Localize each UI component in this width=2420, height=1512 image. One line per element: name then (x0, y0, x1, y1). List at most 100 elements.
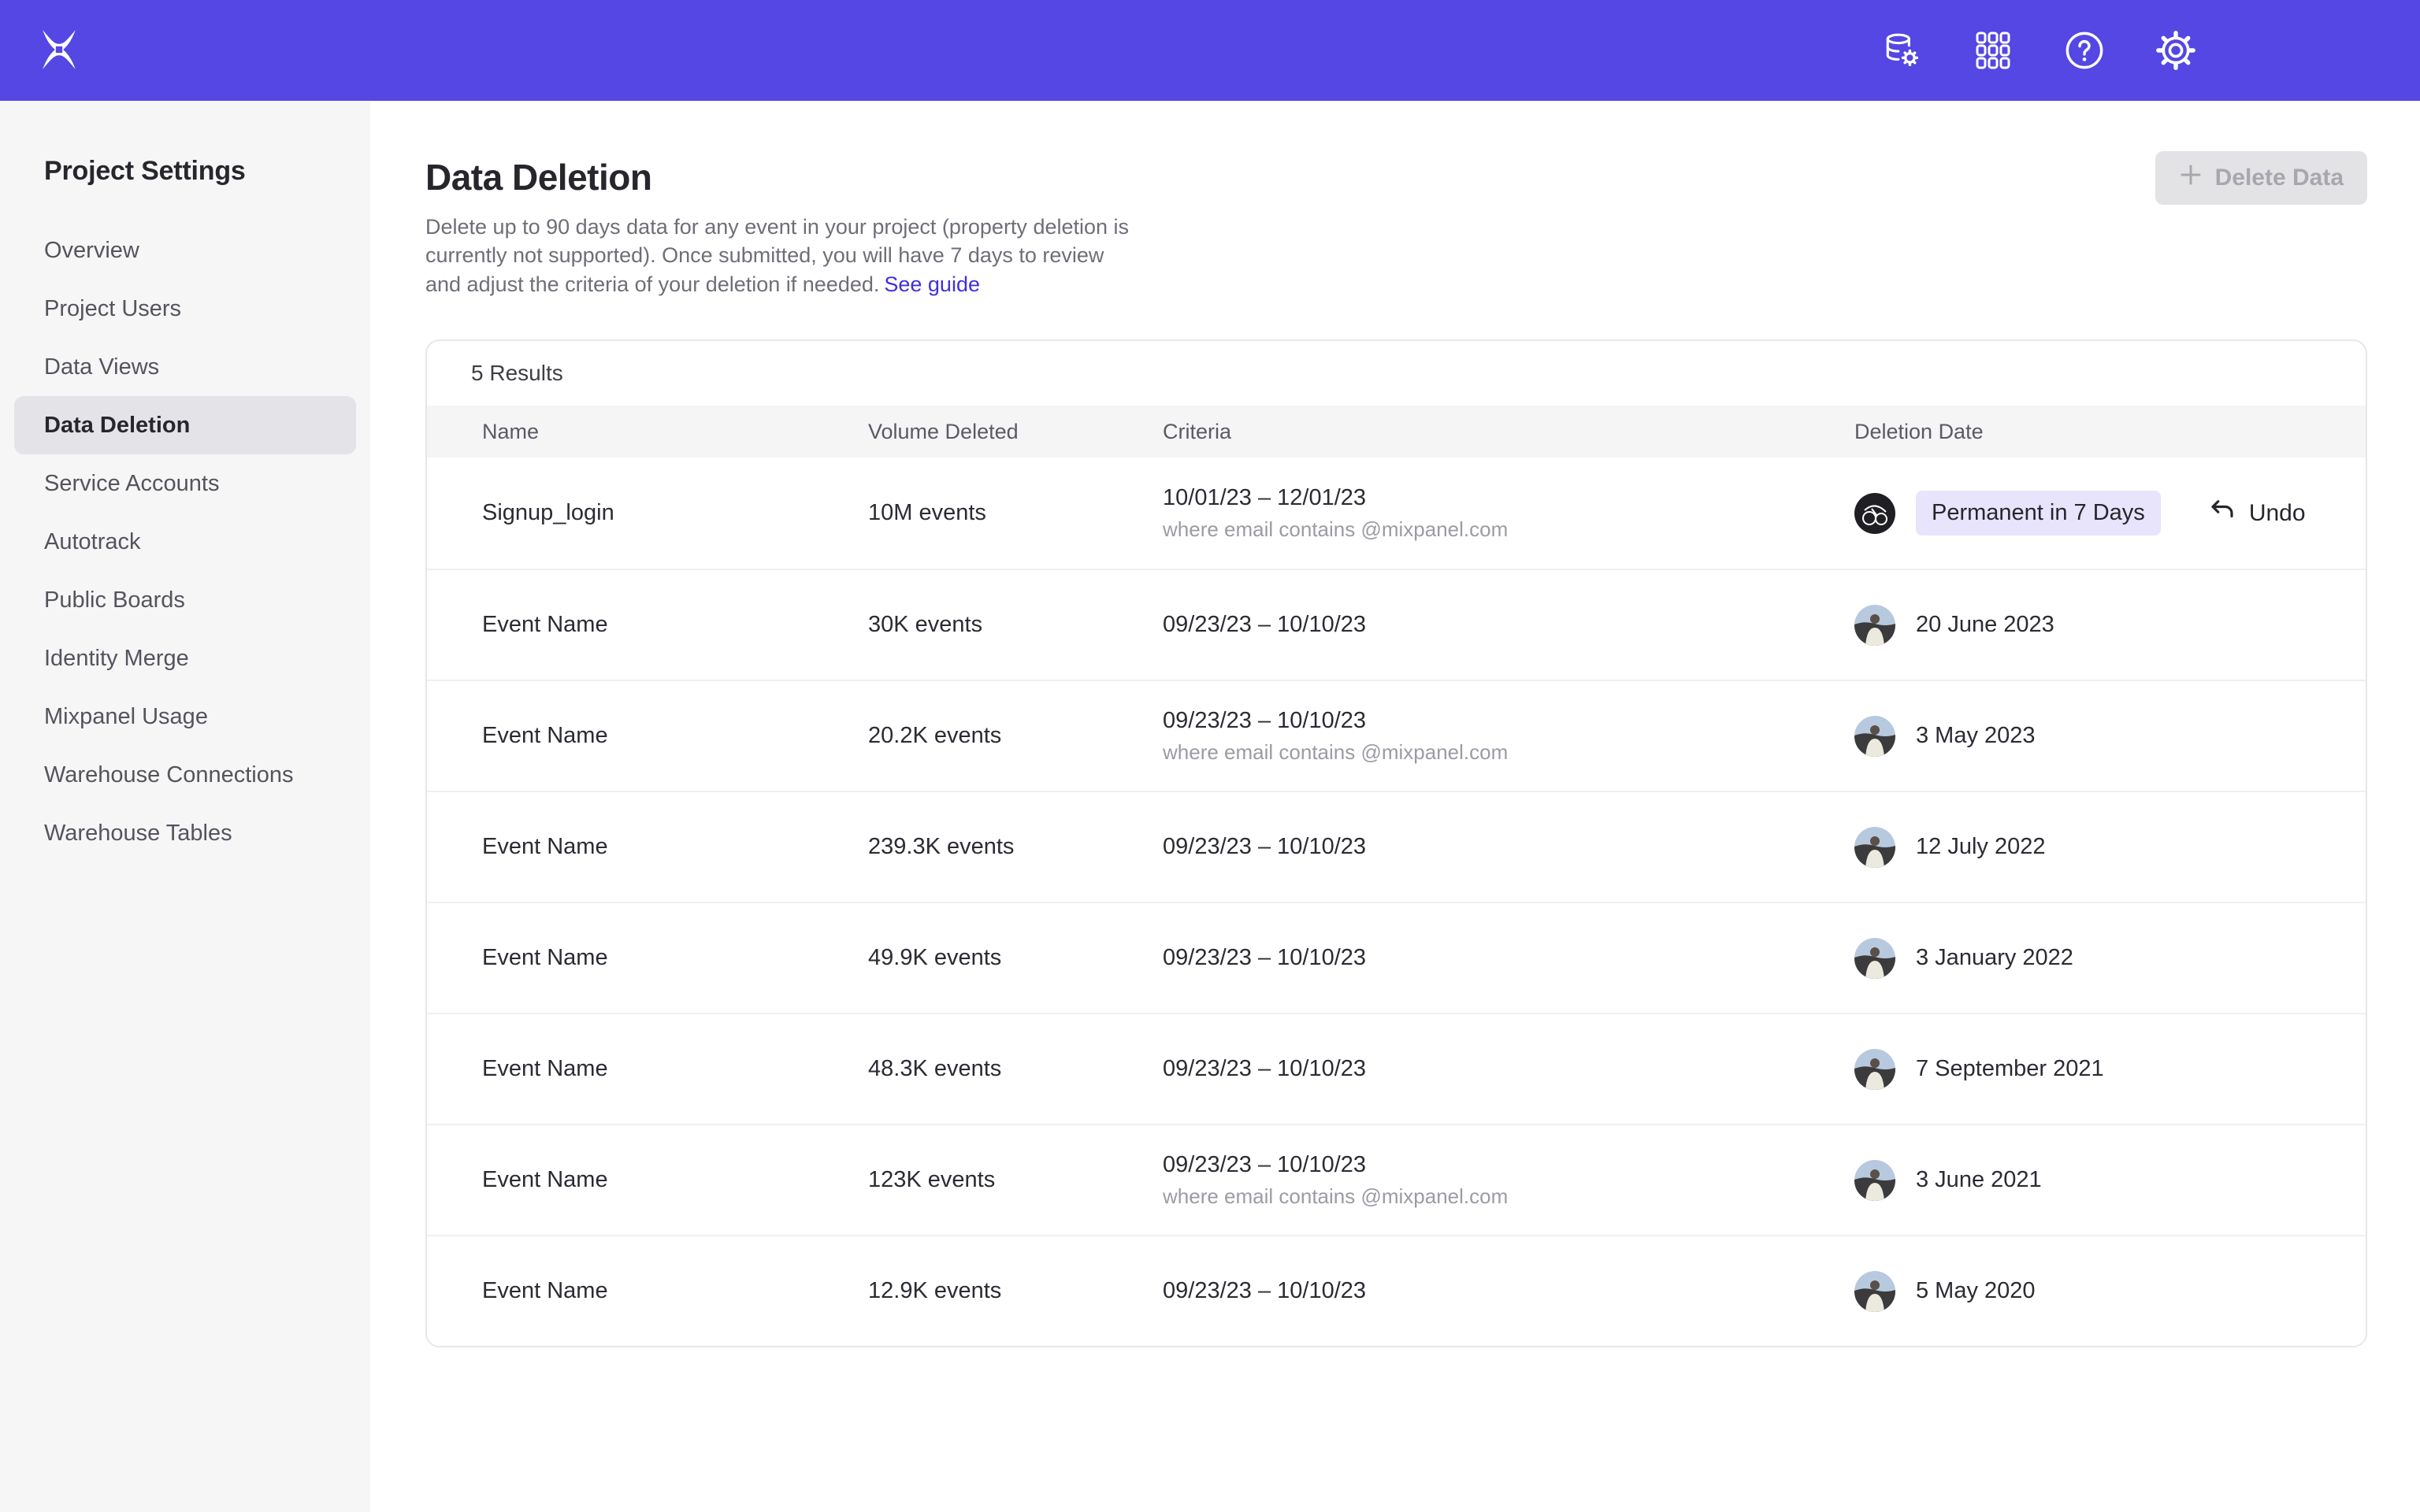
cell-volume: 123K events (868, 1167, 1163, 1193)
deletion-date: 3 January 2022 (1916, 945, 2073, 971)
deletion-date: 20 June 2023 (1916, 612, 2054, 638)
mixpanel-logo[interactable] (39, 28, 79, 73)
undo-button[interactable]: Undo (2208, 496, 2306, 531)
help-icon[interactable] (2064, 30, 2105, 71)
see-guide-link[interactable]: See guide (884, 272, 980, 296)
cell-criteria: 09/23/23 – 10/10/23 where email contains… (1163, 708, 1854, 765)
undo-label: Undo (2249, 500, 2306, 527)
sidebar-item-label: Warehouse Tables (44, 821, 232, 847)
avatar (1854, 827, 1895, 868)
cell-volume: 49.9K events (868, 945, 1163, 971)
data-settings-icon[interactable] (1881, 30, 1922, 71)
column-header-deletion-date: Deletion Date (1854, 420, 2366, 444)
avatar (1854, 1160, 1895, 1201)
cell-volume: 12.9K events (868, 1278, 1163, 1304)
sidebar-item-warehouse-tables[interactable]: Warehouse Tables (14, 804, 356, 862)
column-header-volume-deleted: Volume Deleted (868, 420, 1163, 444)
main-layout: Project Settings Overview Project Users … (0, 101, 2420, 1512)
cell-volume: 239.3K events (868, 834, 1163, 860)
cell-name: Event Name (482, 612, 868, 638)
mixpanel-x-icon (39, 28, 79, 73)
cell-volume: 30K events (868, 612, 1163, 638)
criteria-range: 09/23/23 – 10/10/23 (1163, 1056, 1854, 1082)
nav-icon-group (1881, 30, 2196, 71)
sidebar-title: Project Settings (44, 156, 370, 187)
sidebar: Project Settings Overview Project Users … (0, 101, 370, 1512)
table-row: Event Name 48.3K events 09/23/23 – 10/10… (427, 1013, 2366, 1124)
criteria-range: 09/23/23 – 10/10/23 (1163, 834, 1854, 860)
page-title: Data Deletion (425, 156, 2367, 198)
cell-name: Event Name (482, 1056, 868, 1082)
cell-name: Event Name (482, 834, 868, 860)
table-row: Event Name 123K events 09/23/23 – 10/10/… (427, 1124, 2366, 1235)
sidebar-item-warehouse-connections[interactable]: Warehouse Connections (14, 746, 356, 804)
sidebar-item-label: Warehouse Connections (44, 762, 294, 788)
deletion-date: 7 September 2021 (1916, 1056, 2104, 1082)
sidebar-item-mixpanel-usage[interactable]: Mixpanel Usage (14, 687, 356, 746)
sidebar-item-label: Data Views (44, 354, 159, 380)
criteria-range: 09/23/23 – 10/10/23 (1163, 708, 1854, 734)
avatar (1854, 938, 1895, 979)
criteria-range: 09/23/23 – 10/10/23 (1163, 1152, 1854, 1178)
cell-criteria: 09/23/23 – 10/10/23 (1163, 612, 1854, 638)
delete-data-button[interactable]: Delete Data (2155, 151, 2367, 205)
avatar (1854, 716, 1895, 757)
sidebar-item-autotrack[interactable]: Autotrack (14, 513, 356, 571)
sidebar-item-project-users[interactable]: Project Users (14, 280, 356, 338)
cell-deletion-date: 7 September 2021 (1854, 1049, 2366, 1090)
cell-volume: 20.2K events (868, 723, 1163, 749)
sidebar-item-data-deletion[interactable]: Data Deletion (14, 396, 356, 454)
deletion-date: 3 June 2021 (1916, 1167, 2042, 1193)
delete-data-label: Delete Data (2215, 165, 2344, 191)
cell-name: Event Name (482, 945, 868, 971)
app-root: Project Settings Overview Project Users … (0, 0, 2420, 1512)
sidebar-item-label: Public Boards (44, 587, 185, 613)
page-description: Delete up to 90 days data for any event … (425, 213, 1138, 298)
cell-name: Event Name (482, 723, 868, 749)
sidebar-item-service-accounts[interactable]: Service Accounts (14, 454, 356, 513)
apps-grid-icon[interactable] (1973, 30, 2014, 71)
sidebar-item-identity-merge[interactable]: Identity Merge (14, 629, 356, 687)
sidebar-item-label: Identity Merge (44, 646, 189, 672)
table-row: Event Name 239.3K events 09/23/23 – 10/1… (427, 791, 2366, 902)
criteria-filter: where email contains @mixpanel.com (1163, 517, 1854, 542)
sidebar-item-overview[interactable]: Overview (14, 221, 356, 280)
cell-name: Event Name (482, 1167, 868, 1193)
avatar (1854, 605, 1895, 646)
cell-criteria: 09/23/23 – 10/10/23 (1163, 1278, 1854, 1304)
undo-icon (2208, 496, 2236, 531)
cell-name: Event Name (482, 1278, 868, 1304)
cell-deletion-date: 12 July 2022 (1854, 827, 2366, 868)
sidebar-item-public-boards[interactable]: Public Boards (14, 571, 356, 629)
table-header-row: Name Volume Deleted Criteria Deletion Da… (427, 406, 2366, 458)
cell-deletion-date: 3 June 2021 (1854, 1160, 2366, 1201)
criteria-range: 09/23/23 – 10/10/23 (1163, 945, 1854, 971)
avatar (1854, 1049, 1895, 1090)
cell-deletion-date: 20 June 2023 (1854, 605, 2366, 646)
deletion-date: 5 May 2020 (1916, 1278, 2036, 1304)
sidebar-item-label: Autotrack (44, 529, 141, 555)
cell-criteria: 09/23/23 – 10/10/23 (1163, 834, 1854, 860)
cell-deletion-date: Permanent in 7 Days Undo (1854, 491, 2366, 536)
criteria-range: 09/23/23 – 10/10/23 (1163, 612, 1854, 638)
cell-volume: 48.3K events (868, 1056, 1163, 1082)
sidebar-item-label: Data Deletion (44, 413, 190, 439)
sidebar-item-label: Overview (44, 238, 139, 264)
table-row: Signup_login 10M events 10/01/23 – 12/01… (427, 458, 2366, 569)
deletion-date: 12 July 2022 (1916, 834, 2045, 860)
results-count: 5 Results (427, 341, 2366, 406)
criteria-filter: where email contains @mixpanel.com (1163, 740, 1854, 765)
sidebar-item-data-views[interactable]: Data Views (14, 338, 356, 396)
table-row: Event Name 30K events 09/23/23 – 10/10/2… (427, 569, 2366, 680)
criteria-range: 09/23/23 – 10/10/23 (1163, 1278, 1854, 1304)
criteria-range: 10/01/23 – 12/01/23 (1163, 485, 1854, 511)
sidebar-item-label: Mixpanel Usage (44, 704, 208, 730)
plus-icon (2179, 163, 2203, 193)
sidebar-nav: Overview Project Users Data Views Data D… (0, 221, 370, 862)
cell-deletion-date: 3 January 2022 (1854, 938, 2366, 979)
column-header-name: Name (482, 420, 868, 444)
deletion-date: 3 May 2023 (1916, 723, 2036, 749)
settings-icon[interactable] (2155, 30, 2196, 71)
cell-deletion-date: 3 May 2023 (1854, 716, 2366, 757)
cell-deletion-date: 5 May 2020 (1854, 1271, 2366, 1312)
